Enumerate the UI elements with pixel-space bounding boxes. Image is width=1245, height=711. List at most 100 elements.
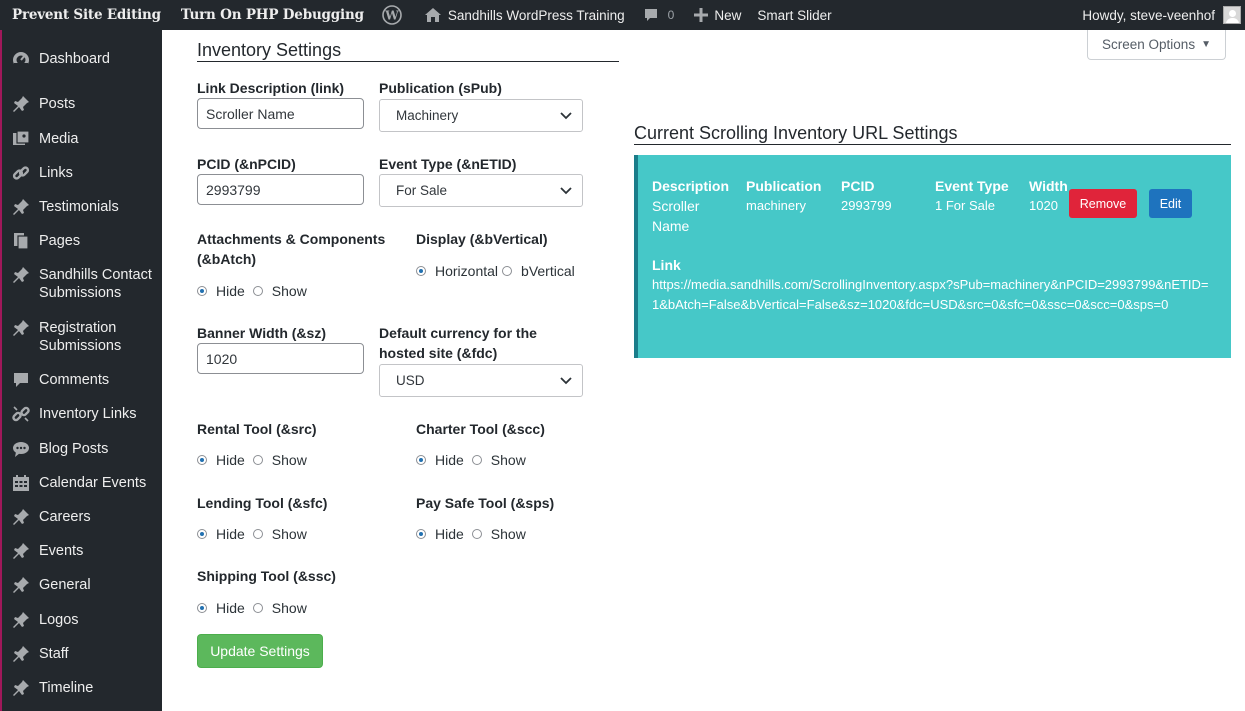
sidebar-item-sandhills-contact-submissions[interactable]: Sandhills Contact Submissions xyxy=(2,265,162,302)
sidebar-item-posts[interactable]: Posts xyxy=(2,94,162,114)
description-header: Description xyxy=(652,178,730,194)
shipping-hide-radio[interactable] xyxy=(197,603,207,613)
charter-hide-radio[interactable] xyxy=(416,455,426,465)
pay-safe-tool-label: Pay Safe Tool (&sps) xyxy=(416,495,555,511)
sidebar-item-timeline[interactable]: Timeline xyxy=(2,678,162,698)
avatar xyxy=(1223,6,1241,24)
pin-icon xyxy=(11,541,31,561)
sidebar-item-links[interactable]: Links xyxy=(2,163,162,183)
shipping-show-radio[interactable] xyxy=(252,603,263,613)
hide-label: Hide xyxy=(435,526,464,542)
lending-show-radio[interactable] xyxy=(252,529,263,539)
pay-safe-show-radio[interactable] xyxy=(471,529,482,539)
php-debugging-label: Turn On PHP Debugging xyxy=(180,7,364,23)
comments-link[interactable]: 0 xyxy=(633,0,683,30)
pcid-header: PCID xyxy=(841,178,875,194)
charter-show-radio[interactable] xyxy=(471,455,482,465)
prevent-site-editing-link[interactable]: Prevent Site Editing xyxy=(0,0,169,30)
publication-value: machinery xyxy=(746,198,806,213)
chevron-down-icon xyxy=(560,187,572,195)
sidebar-item-calendar-events[interactable]: Calendar Events xyxy=(2,473,162,493)
publication-select[interactable]: Machinery xyxy=(379,99,583,132)
show-label: Show xyxy=(271,452,307,468)
charter-tool-label: Charter Tool (&scc) xyxy=(416,421,545,437)
rental-tool-radio-group: Hide Show xyxy=(197,452,307,468)
hide-label: Hide xyxy=(216,600,245,616)
banner-width-input[interactable] xyxy=(197,343,364,374)
display-vertical-radio[interactable] xyxy=(502,266,513,276)
vertical-label: bVertical xyxy=(521,263,575,279)
pay-safe-hide-radio[interactable] xyxy=(416,529,426,539)
current-settings-title: Current Scrolling Inventory URL Settings xyxy=(634,123,1231,145)
sidebar-item-events[interactable]: Events xyxy=(2,541,162,561)
sidebar-item-careers[interactable]: Careers xyxy=(2,507,162,527)
smart-slider-label: Smart Slider xyxy=(757,7,832,23)
sidebar-item-dashboard[interactable]: Dashboard xyxy=(2,49,162,69)
attachments-hide-radio[interactable] xyxy=(197,286,207,296)
link-icon xyxy=(11,163,31,183)
sidebar-item-label: Links xyxy=(39,165,73,181)
pcid-input[interactable] xyxy=(197,174,364,205)
sidebar-item-label: Testimonials xyxy=(39,199,119,215)
hide-label: Hide xyxy=(216,526,245,542)
lending-hide-radio[interactable] xyxy=(197,529,207,539)
link-description-input[interactable] xyxy=(197,98,364,129)
screen-options-button[interactable]: Screen Options ▼ xyxy=(1087,30,1226,60)
chevron-down-icon xyxy=(560,377,572,385)
rental-show-radio[interactable] xyxy=(252,455,263,465)
sidebar-item-testimonials[interactable]: Testimonials xyxy=(2,197,162,217)
shipping-tool-label: Shipping Tool (&ssc) xyxy=(197,568,336,584)
show-label: Show xyxy=(490,452,526,468)
remove-button[interactable]: Remove xyxy=(1069,189,1137,218)
sidebar-item-general[interactable]: General xyxy=(2,575,162,595)
publication-selected-value: Machinery xyxy=(396,108,459,123)
sidebar-item-label: Calendar Events xyxy=(39,475,147,491)
pin-icon xyxy=(11,318,31,338)
attachments-show-radio[interactable] xyxy=(252,286,263,296)
display-label: Display (&bVertical) xyxy=(416,231,548,247)
howdy-label: Howdy, steve-veenhof xyxy=(1082,7,1215,23)
wordpress-logo-button[interactable]: W xyxy=(372,0,416,30)
attachments-label-line-1: Attachments & Components xyxy=(197,231,386,247)
rental-tool-label: Rental Tool (&src) xyxy=(197,421,317,437)
sidebar-item-pages[interactable]: Pages xyxy=(2,231,162,251)
sidebar-item-media[interactable]: Media xyxy=(2,129,162,149)
pcid-value: 2993799 xyxy=(841,198,892,213)
new-content-link[interactable]: New xyxy=(682,0,749,30)
sidebar-item-inventory-links[interactable]: Inventory Links xyxy=(2,404,162,424)
link-value: https://media.sandhills.com/ScrollingInv… xyxy=(652,277,1209,312)
attachments-label-line-2: (&bAtch) xyxy=(197,251,257,267)
prevent-site-editing-label: Prevent Site Editing xyxy=(12,7,161,23)
sidebar-item-registration-submissions[interactable]: Registration Submissions xyxy=(2,318,162,355)
currency-select[interactable]: USD xyxy=(379,364,583,397)
sidebar-item-logos[interactable]: Logos xyxy=(2,610,162,630)
admin-bar: Prevent Site Editing Turn On PHP Debuggi… xyxy=(0,0,1245,30)
charter-tool-radio-group: Hide Show xyxy=(416,452,526,468)
pcid-label: PCID (&nPCID) xyxy=(197,156,296,172)
chat-icon xyxy=(11,439,31,459)
hide-label: Hide xyxy=(216,283,245,299)
sidebar-item-blog-posts[interactable]: Blog Posts xyxy=(2,439,162,459)
pin-icon xyxy=(11,94,31,114)
sidebar-item-label: Timeline xyxy=(39,680,94,696)
pin-icon xyxy=(11,644,31,664)
attachments-radio-group: Hide Show xyxy=(197,283,307,299)
edit-button[interactable]: Edit xyxy=(1149,189,1192,218)
publication-header: Publication xyxy=(746,178,822,194)
site-name-label: Sandhills WordPress Training xyxy=(447,7,625,23)
dashboard-icon xyxy=(11,49,31,69)
my-account-link[interactable]: Howdy, steve-veenhof xyxy=(1074,0,1245,30)
sidebar-item-staff[interactable]: Staff xyxy=(2,644,162,664)
sidebar-item-label: Blog Posts xyxy=(39,441,109,457)
rental-hide-radio[interactable] xyxy=(197,455,207,465)
php-debugging-link[interactable]: Turn On PHP Debugging xyxy=(169,0,372,30)
update-settings-button[interactable]: Update Settings xyxy=(197,634,323,668)
sidebar-item-label: Comments xyxy=(39,372,110,388)
event-type-selected-value: For Sale xyxy=(396,183,448,198)
display-horizontal-radio[interactable] xyxy=(416,266,426,276)
event-type-select[interactable]: For Sale xyxy=(379,174,583,207)
sidebar-item-comments[interactable]: Comments xyxy=(2,370,162,390)
smart-slider-link[interactable]: Smart Slider xyxy=(749,0,839,30)
svg-text:W: W xyxy=(384,9,399,23)
site-name-link[interactable]: Sandhills WordPress Training xyxy=(416,0,633,30)
